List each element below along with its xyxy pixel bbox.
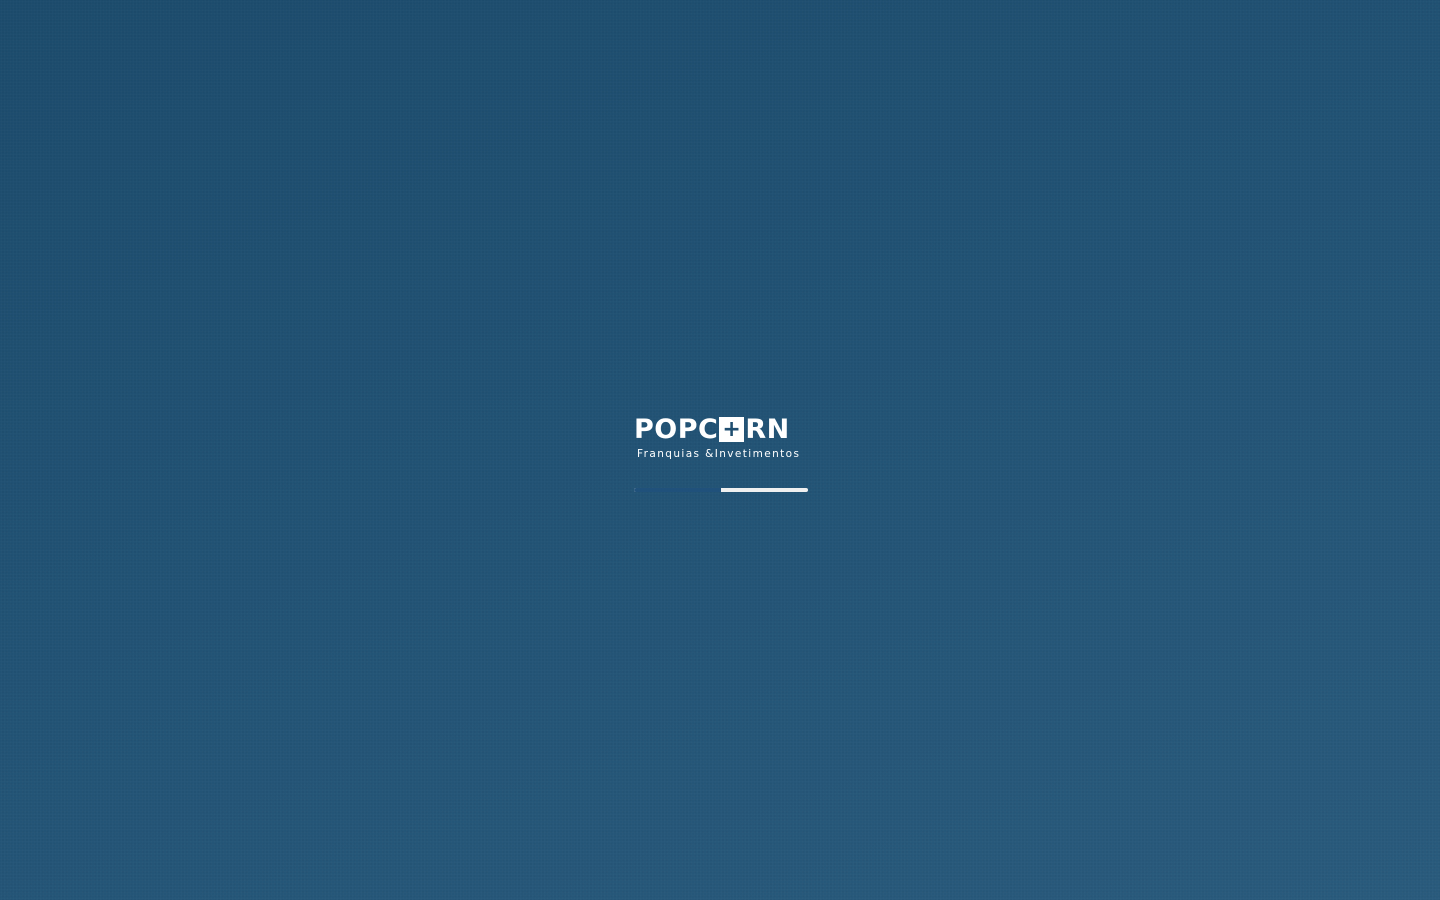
brand-name-suffix: RN — [745, 414, 790, 445]
brand-logo: POPC + RN Franquias &Invetimentos — [634, 414, 800, 462]
loading-progress-bar — [634, 488, 808, 492]
splash-loader: POPC + RN Franquias &Invetimentos — [634, 414, 808, 494]
brand-tagline: Franquias &Invetimentos — [637, 448, 801, 460]
plus-square-icon: + — [719, 417, 745, 442]
brand-wordmark: POPC + RN — [634, 414, 790, 445]
loading-progress-fill — [634, 488, 721, 492]
brand-name-prefix: POPC — [634, 414, 719, 445]
